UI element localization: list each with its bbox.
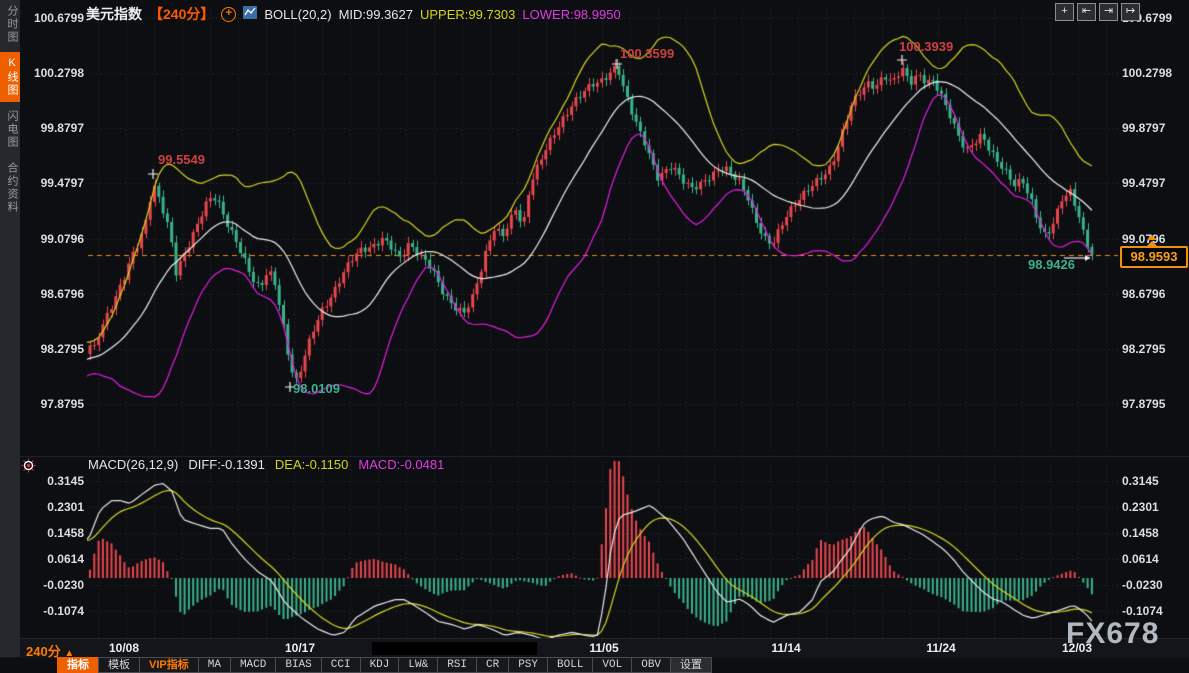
tab-flash-chart[interactable]: 闪电图 [0, 105, 20, 154]
btn-bias[interactable]: BIAS [275, 657, 321, 673]
btn-boll[interactable]: BOLL [547, 657, 593, 673]
chart-canvas[interactable] [0, 0, 1189, 673]
price-annotation-100.3939: 100.3939 [899, 39, 953, 54]
price-axis-label-right: 99.4797 [1122, 176, 1165, 190]
indicator-toolbar: 指标模板VIP指标MAMACDBIASCCIKDJLW&RSICRPSYBOLL… [58, 657, 712, 673]
time-label-10-08: 10/08 [109, 641, 139, 655]
macd-axis-label-right: 0.1458 [1122, 526, 1159, 540]
price-axis-label-left: 99.0796 [30, 232, 84, 246]
tab-indicator[interactable]: 指标 [57, 657, 99, 673]
price-annotation-99.5549: 99.5549 [158, 152, 205, 167]
btn-settings[interactable]: 设置 [670, 657, 712, 673]
period-badge: 【240分】 [149, 4, 214, 24]
tab-kline-chart[interactable]: K线图 [0, 52, 20, 102]
boll-label: BOLL(20,2) [264, 7, 331, 22]
add-indicator-icon[interactable]: + [221, 7, 236, 22]
chart-toolbar-icons: +⇤⇥↦ [1055, 3, 1140, 21]
btn-obv[interactable]: OBV [631, 657, 671, 673]
symbol-title: 美元指数 [86, 4, 142, 24]
time-axis-strip: 240分 ▲ 10/0810/1711/0511/1411/2412/03 [0, 638, 1189, 658]
btn-vol[interactable]: VOL [592, 657, 632, 673]
macd-diff-value: DIFF:-0.1391 [188, 457, 265, 472]
current-price-box: 98.9593 [1120, 246, 1188, 268]
macd-axis-label-left: -0.0230 [30, 578, 84, 592]
price-axis-label-right: 99.0796 [1122, 232, 1165, 246]
btn-cr[interactable]: CR [476, 657, 509, 673]
chart-type-icon[interactable] [243, 6, 257, 22]
btn-kdj[interactable]: KDJ [360, 657, 400, 673]
time-label-11-05: 11/05 [589, 641, 618, 655]
boll-lower-value: LOWER:98.9950 [522, 7, 620, 22]
tab-contract-info[interactable]: 合约资料 [0, 157, 20, 219]
tab-time-chart[interactable]: 分时图 [0, 0, 20, 49]
time-label-11-14: 11/14 [771, 641, 800, 655]
price-annotation-98.0109: 98.0109 [293, 381, 340, 396]
price-axis-label-left: 99.8797 [30, 121, 84, 135]
btn-lw[interactable]: LW& [398, 657, 438, 673]
chart-header: 美元指数 【240分】 + BOLL(20,2) MID:99.3627 UPP… [86, 4, 621, 24]
watermark: FX678 [1066, 617, 1159, 651]
price-axis-label-left: 97.8795 [30, 397, 84, 411]
macd-axis-label-right: 0.3145 [1122, 474, 1159, 488]
price-axis-label-right: 98.6796 [1122, 287, 1165, 301]
price-axis-label-right: 99.8797 [1122, 121, 1165, 135]
horizontal-scrollbar-thumb[interactable] [372, 642, 537, 655]
price-annotation-98.9426: 98.9426 [1028, 257, 1075, 272]
price-axis-label-right: 98.2795 [1122, 342, 1165, 356]
price-axis-label-left: 100.6799 [30, 11, 84, 25]
macd-axis-label-right: 0.2301 [1122, 500, 1159, 514]
time-label-11-24: 11/24 [926, 641, 955, 655]
crosshair-icon[interactable]: + [1055, 3, 1074, 21]
btn-psy[interactable]: PSY [508, 657, 548, 673]
macd-axis-label-left: 0.1458 [30, 526, 84, 540]
macd-axis-label-left: 0.0614 [30, 552, 84, 566]
price-axis-label-right: 97.8795 [1122, 397, 1165, 411]
macd-axis-label-left: 0.2301 [30, 500, 84, 514]
btn-rsi[interactable]: RSI [437, 657, 477, 673]
macd-axis-label-left: 0.3145 [30, 474, 84, 488]
price-up-arrows-icon [1147, 235, 1157, 247]
price-axis-label-left: 98.2795 [30, 342, 84, 356]
btn-ma[interactable]: MA [198, 657, 231, 673]
price-axis-label-left: 99.4797 [30, 176, 84, 190]
macd-axis-label-left: -0.1074 [30, 604, 84, 618]
macd-label: MACD(26,12,9) [88, 457, 178, 472]
pan-right-icon[interactable]: ↦ [1121, 3, 1140, 21]
price-annotation-100.3599: 100.3599 [620, 46, 674, 61]
price-axis-label-left: 98.6796 [30, 287, 84, 301]
boll-upper-value: UPPER:99.7303 [420, 7, 515, 22]
price-axis-label-right: 100.2798 [1122, 66, 1172, 80]
macd-header: MACD(26,12,9) DIFF:-0.1391 DEA:-0.1150 M… [88, 457, 444, 472]
btn-cci[interactable]: CCI [321, 657, 361, 673]
trading-app-window: 分时图 K线图闪电图合约资料 美元指数 【240分】 + BOLL(20,2) M… [0, 0, 1189, 673]
fit-right-icon[interactable]: ⇥ [1099, 3, 1118, 21]
chart-type-sidebar: 分时图 K线图闪电图合约资料 [0, 0, 20, 657]
alert-icon[interactable] [21, 458, 36, 478]
macd-dea-value: DEA:-0.1150 [275, 457, 348, 472]
tab-vip-indicator[interactable]: VIP指标 [139, 657, 199, 673]
fit-left-icon[interactable]: ⇤ [1077, 3, 1096, 21]
tab-template[interactable]: 模板 [98, 657, 140, 673]
macd-macd-value: MACD:-0.0481 [358, 457, 444, 472]
macd-axis-label-right: -0.0230 [1122, 578, 1163, 592]
btn-macd[interactable]: MACD [230, 657, 276, 673]
time-label-10-17: 10/17 [285, 641, 315, 655]
macd-axis-label-right: 0.0614 [1122, 552, 1159, 566]
boll-mid-value: MID:99.3627 [339, 7, 413, 22]
price-axis-label-left: 100.2798 [30, 66, 84, 80]
